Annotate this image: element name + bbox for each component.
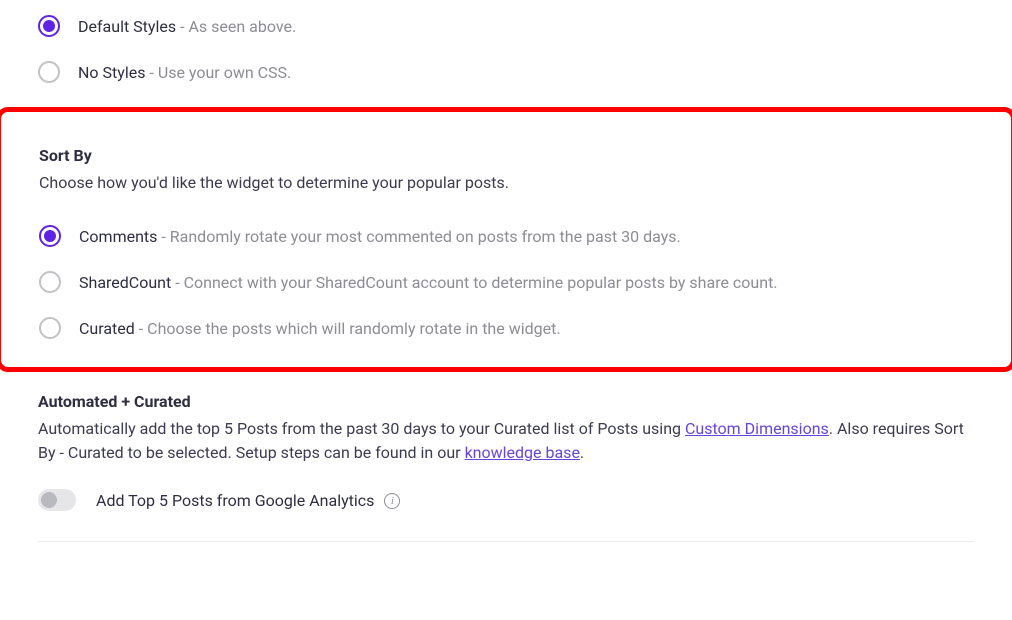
radio-label: Default Styles - As seen above. xyxy=(78,17,296,36)
sort-sharedcount-desc: - Connect with your SharedCount account … xyxy=(171,273,777,292)
radio-icon[interactable] xyxy=(39,225,61,247)
sort-by-highlight: Sort By Choose how you'd like the widget… xyxy=(0,107,1012,372)
sort-sharedcount-title: SharedCount xyxy=(79,273,171,292)
info-icon[interactable]: i xyxy=(384,493,400,509)
sort-option-curated[interactable]: Curated - Choose the posts which will ra… xyxy=(39,317,973,339)
automated-desc: Automatically add the top 5 Posts from t… xyxy=(38,417,974,465)
radio-icon[interactable] xyxy=(38,15,60,37)
sort-comments-desc: - Randomly rotate your most commented on… xyxy=(157,227,680,246)
radio-icon[interactable] xyxy=(39,271,61,293)
toggle-knob-icon xyxy=(41,492,57,508)
style-default-desc: - As seen above. xyxy=(176,17,296,36)
radio-label: Curated - Choose the posts which will ra… xyxy=(79,319,561,338)
sort-comments-title: Comments xyxy=(79,227,157,246)
radio-label: SharedCount - Connect with your SharedCo… xyxy=(79,273,778,292)
automated-title: Automated + Curated xyxy=(38,392,974,411)
automated-desc-part3: . xyxy=(580,443,584,462)
section-divider xyxy=(38,541,974,542)
add-top-5-label: Add Top 5 Posts from Google Analytics i xyxy=(96,491,400,510)
sort-option-comments[interactable]: Comments - Randomly rotate your most com… xyxy=(39,225,973,247)
sort-option-sharedcount[interactable]: SharedCount - Connect with your SharedCo… xyxy=(39,271,973,293)
sort-by-title: Sort By xyxy=(39,146,973,165)
style-default-title: Default Styles xyxy=(78,17,176,36)
sort-by-desc: Choose how you'd like the widget to dete… xyxy=(39,171,973,195)
radio-icon[interactable] xyxy=(39,317,61,339)
radio-label: Comments - Randomly rotate your most com… xyxy=(79,227,681,246)
style-none-title: No Styles xyxy=(78,63,145,82)
sort-curated-desc: - Choose the posts which will randomly r… xyxy=(135,319,561,338)
style-none-desc: - Use your own CSS. xyxy=(145,63,291,82)
knowledge-base-link[interactable]: knowledge base xyxy=(465,443,580,462)
style-option-none[interactable]: No Styles - Use your own CSS. xyxy=(38,61,974,83)
radio-icon[interactable] xyxy=(38,61,60,83)
style-option-default[interactable]: Default Styles - As seen above. xyxy=(38,15,974,37)
add-top-5-toggle[interactable] xyxy=(38,489,76,511)
automated-curated-section: Automated + Curated Automatically add th… xyxy=(38,392,974,511)
radio-label: No Styles - Use your own CSS. xyxy=(78,63,291,82)
custom-dimensions-link[interactable]: Custom Dimensions xyxy=(685,419,829,438)
sort-curated-title: Curated xyxy=(79,319,135,338)
add-top-5-toggle-row: Add Top 5 Posts from Google Analytics i xyxy=(38,489,974,511)
automated-desc-part1: Automatically add the top 5 Posts from t… xyxy=(38,419,685,438)
